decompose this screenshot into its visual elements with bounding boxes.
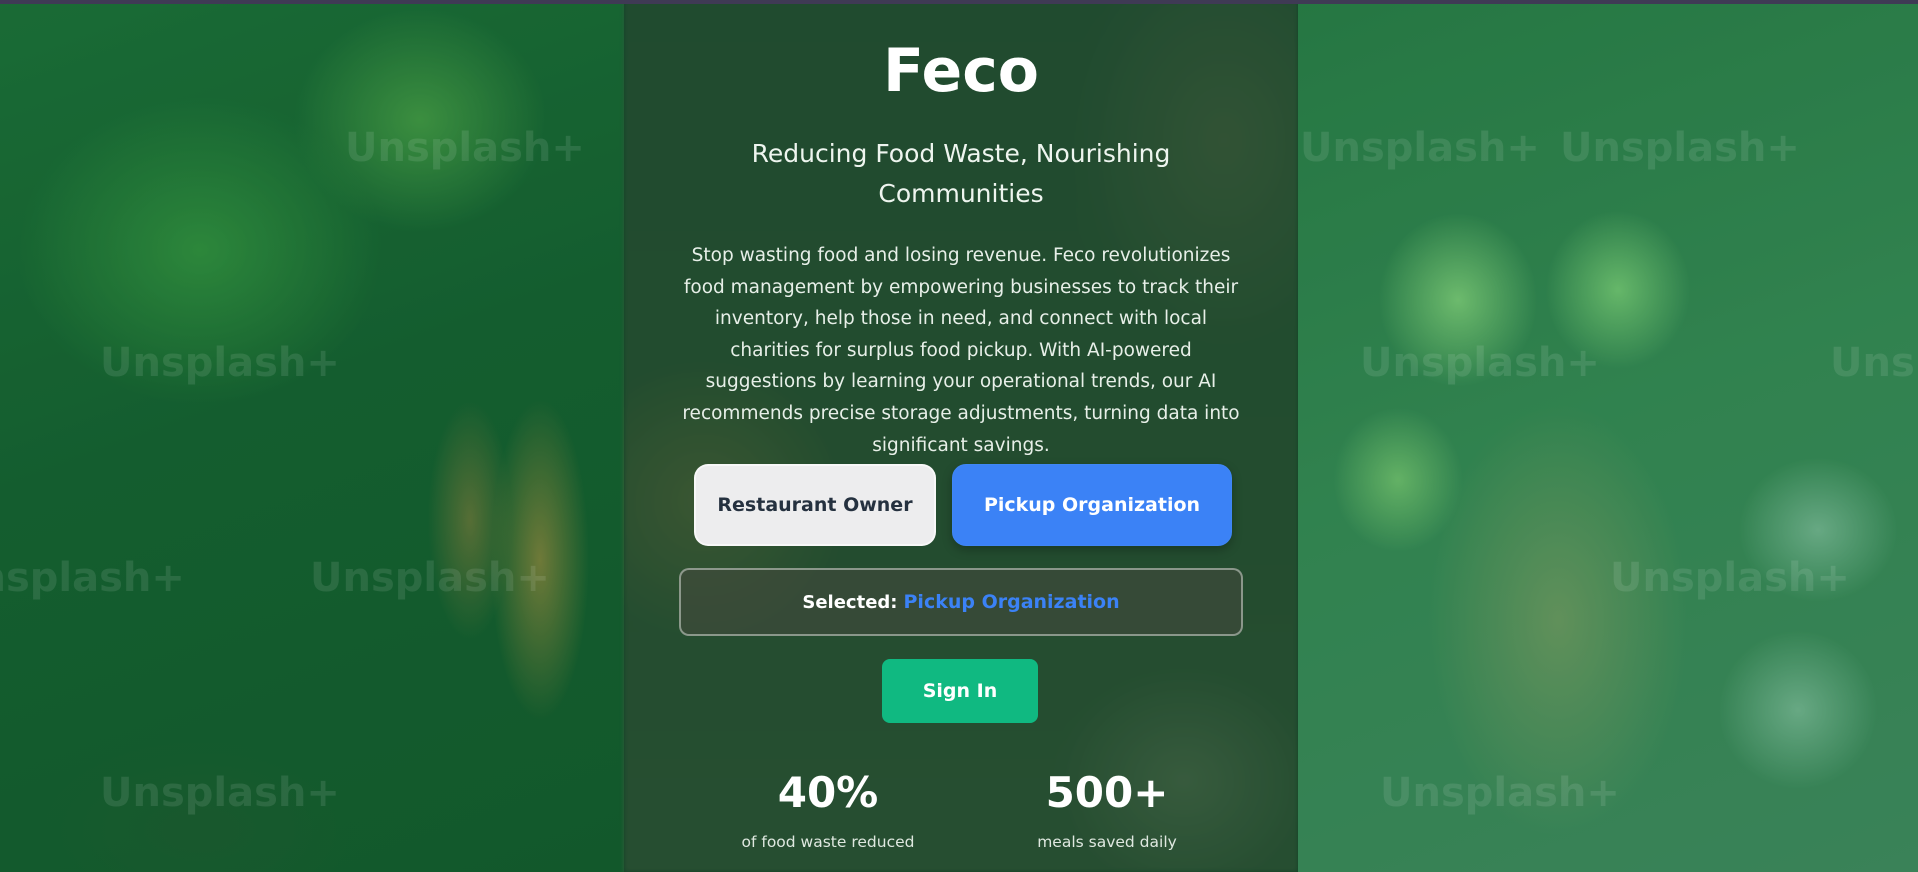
watermark: Unsplash+: [0, 555, 185, 601]
stat-label: of food waste reduced: [741, 833, 915, 851]
sign-in-button[interactable]: Sign In: [882, 659, 1038, 723]
watermark: Unsplash+: [1830, 340, 1918, 386]
watermark: Unsplash+: [1360, 340, 1600, 386]
restaurant-owner-button[interactable]: Restaurant Owner: [694, 464, 936, 546]
watermark: Unsplash+: [1380, 770, 1620, 816]
watermark: Unsplash+: [345, 125, 585, 171]
watermark: Unsplash+: [100, 340, 340, 386]
stat-waste-reduced: 40% of food waste reduced: [718, 768, 938, 854]
selected-role-value: Pickup Organization: [903, 591, 1120, 613]
pickup-organization-button[interactable]: Pickup Organization: [952, 464, 1232, 546]
watermark: Unsplash+: [1560, 125, 1800, 171]
watermark: Unsplash+: [310, 555, 550, 601]
selected-role-indicator: Selected: Pickup Organization: [679, 568, 1243, 636]
app-title: Feco: [882, 36, 1040, 106]
stat-label: meals saved daily: [1037, 833, 1177, 851]
stat-value: 40%: [777, 768, 879, 817]
stat-value: 500+: [1045, 768, 1169, 817]
app-subtitle: Reducing Food Waste, Nourishing Communit…: [751, 139, 1171, 208]
watermark: Unsplash+: [100, 770, 340, 816]
selected-role-label: Selected:: [802, 591, 898, 613]
watermark: Unsplash+: [1610, 555, 1850, 601]
login-panel: Feco Reducing Food Waste, Nourishing Com…: [624, 4, 1298, 872]
stat-meals-saved: 500+ meals saved daily: [997, 768, 1217, 854]
watermark: Unsplash+: [1300, 125, 1540, 171]
app-description: Stop wasting food and losing revenue. Fe…: [682, 245, 1240, 456]
